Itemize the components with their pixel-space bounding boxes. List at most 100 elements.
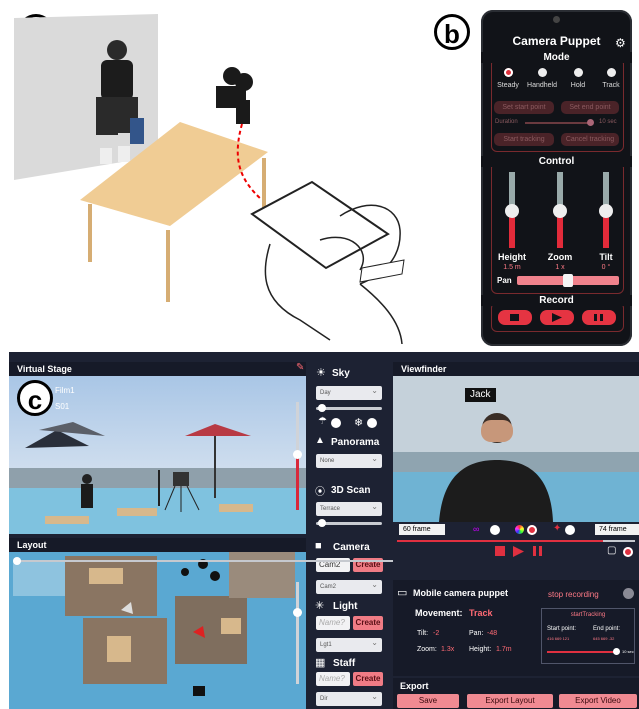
sky-select[interactable]: Day xyxy=(316,384,382,400)
layout-zoom-slider[interactable] xyxy=(293,582,302,684)
pause-button[interactable] xyxy=(582,310,616,325)
snow-icon[interactable]: ❄ xyxy=(354,416,363,429)
zoom-slider[interactable] xyxy=(553,172,567,248)
cube-icon[interactable]: ▢ xyxy=(607,546,616,556)
cube-toggle[interactable] xyxy=(623,547,633,557)
zoom-info-label: Zoom: xyxy=(417,646,437,653)
radio-selected xyxy=(503,68,513,77)
mode-option-hold[interactable]: Hold xyxy=(561,68,595,89)
vf-stop-button[interactable] xyxy=(495,546,505,556)
light-tool-icon[interactable]: ✦ xyxy=(553,524,561,534)
export-layout-button[interactable]: Export Layout xyxy=(467,694,553,708)
scan-heading: 3D Scan xyxy=(331,485,371,496)
mobile-title: Mobile camera puppet xyxy=(413,588,509,598)
play-icon xyxy=(552,313,562,322)
staff-icon: ▦ xyxy=(315,657,326,669)
panel-label-b: b xyxy=(434,14,470,50)
staff-name-input[interactable]: Name? xyxy=(316,672,350,686)
tracking-duration-value: 10 sec xyxy=(622,649,634,654)
tilt-label: Tilt xyxy=(599,252,613,262)
phone-title: Camera Puppet xyxy=(512,34,601,48)
vf-play-button[interactable] xyxy=(513,546,524,557)
timeline-bar[interactable] xyxy=(397,540,635,542)
movement-value: Track xyxy=(469,608,493,618)
filter-toggle[interactable] xyxy=(490,525,500,535)
scan-select[interactable]: Terrace xyxy=(316,500,382,516)
color-toggle[interactable] xyxy=(527,525,537,535)
radio xyxy=(606,68,616,77)
pan-info-value: -48 xyxy=(487,630,498,637)
pause-icon xyxy=(594,314,597,321)
duration-slider[interactable] xyxy=(525,119,594,126)
viewfinder-view xyxy=(393,376,639,522)
cancel-tracking-button[interactable]: Cancel tracking xyxy=(561,133,619,146)
filter-icon[interactable]: ∞ xyxy=(473,525,479,534)
scrub-slider[interactable] xyxy=(13,557,393,565)
subject-label: Jack xyxy=(465,388,496,402)
tracking-title: startTracking xyxy=(570,612,606,618)
mode-option-track[interactable]: Track xyxy=(594,68,628,89)
pan-slider[interactable] xyxy=(517,274,619,287)
panorama-heading: Panorama xyxy=(331,437,380,448)
staff-heading: Staff xyxy=(333,658,356,669)
stop-icon xyxy=(510,314,519,321)
record-heading: Record xyxy=(481,295,632,306)
tracking-duration-slider[interactable] xyxy=(547,648,620,655)
light-name-input[interactable]: Name? xyxy=(316,616,350,630)
tilt-info-label: Tilt: xyxy=(417,630,429,637)
light-icon: ✳ xyxy=(315,600,325,612)
camera-icon: ■ xyxy=(315,540,322,552)
end-point-value: 645 669 -32 xyxy=(593,636,615,641)
set-end-point-button[interactable]: Set end point xyxy=(561,101,619,114)
desktop-app: Virtual Stage ✎ Film1 S01 c Layout ☀ Sky… xyxy=(9,352,639,709)
mode-option-handheld[interactable]: Handheld xyxy=(525,68,559,89)
tilt-slider[interactable] xyxy=(599,172,613,248)
layout-header: Layout xyxy=(9,538,306,552)
light-tool-toggle[interactable] xyxy=(565,525,575,535)
vf-pause-button[interactable] xyxy=(533,546,536,556)
setup-illustration xyxy=(14,14,405,345)
rain-icon[interactable]: ☂ xyxy=(318,416,327,427)
stop-button[interactable] xyxy=(498,310,532,325)
export-title: Export xyxy=(400,681,429,691)
staff-create-button[interactable]: Create xyxy=(353,672,383,686)
panorama-select[interactable]: None xyxy=(316,452,382,468)
light-heading: Light xyxy=(333,601,358,612)
layout-map[interactable] xyxy=(9,552,306,709)
virtual-stage-header: Virtual Stage xyxy=(9,362,306,376)
height-slider[interactable] xyxy=(505,172,519,248)
panel-label-c: c xyxy=(17,380,53,416)
viewfinder-header: Viewfinder xyxy=(393,362,639,376)
light-select[interactable]: Lgt1 xyxy=(316,636,382,652)
height-value: 1.5 m xyxy=(503,264,521,271)
tilt-info-value: -2 xyxy=(433,630,440,637)
export-video-button[interactable]: Export Video xyxy=(559,694,637,708)
color-icon[interactable] xyxy=(515,525,524,534)
gear-icon[interactable]: ⚙ xyxy=(615,37,626,49)
scan-icon: ⦿ xyxy=(315,487,325,498)
height-info-label: Height: xyxy=(469,646,492,653)
pencil-icon[interactable]: ✎ xyxy=(296,363,304,373)
camera-heading: Camera xyxy=(333,542,370,553)
save-button[interactable]: Save xyxy=(397,694,459,708)
tilt-value: 0 ° xyxy=(601,264,611,271)
panorama-icon: ▲ xyxy=(315,435,325,446)
phone-icon: ▭ xyxy=(397,587,408,599)
rain-toggle[interactable] xyxy=(331,418,341,428)
zoom-info-value: 1.3x xyxy=(441,646,455,653)
radio xyxy=(573,68,583,77)
stage-zoom-slider[interactable] xyxy=(293,402,302,510)
snow-toggle[interactable] xyxy=(367,418,377,428)
staff-select[interactable]: Dir xyxy=(316,690,382,706)
play-button[interactable] xyxy=(540,310,574,325)
camera-select[interactable]: Cam2 xyxy=(316,578,382,594)
start-tracking-button[interactable]: Start tracking xyxy=(494,133,554,146)
set-start-point-button[interactable]: Set start point xyxy=(494,101,554,114)
stop-recording-link[interactable]: stop recording xyxy=(548,590,599,599)
virtual-stage-viewport[interactable] xyxy=(9,376,306,534)
light-create-button[interactable]: Create xyxy=(353,616,383,630)
scan-slider[interactable] xyxy=(316,519,382,527)
mode-option-steady[interactable]: Steady xyxy=(491,68,525,89)
sky-slider[interactable] xyxy=(316,404,382,412)
zoom-label: Zoom xyxy=(547,252,573,262)
